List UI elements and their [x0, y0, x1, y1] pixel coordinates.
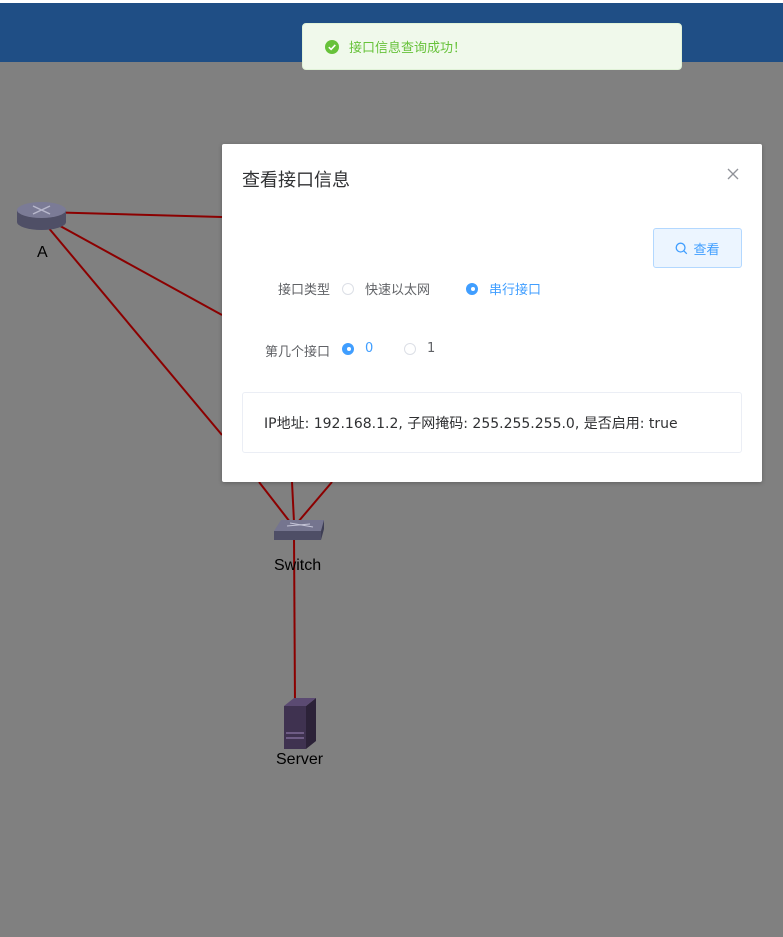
query-button[interactable]: 查看 [653, 228, 742, 268]
interface-result: IP地址: 192.168.1.2, 子网掩码: 255.255.255.0, … [242, 392, 742, 453]
radio-fast-ethernet[interactable]: 快速以太网 [342, 279, 430, 298]
interface-type-label: 接口类型 [277, 283, 330, 298]
link-a-r1 [41, 211, 223, 218]
link-a-r3 [41, 219, 223, 436]
result-text: IP地址: 192.168.1.2, 子网掩码: 255.255.255.0, … [264, 415, 678, 432]
radio-label: 串行接口 [489, 283, 542, 298]
link-r3-switch [258, 481, 291, 523]
node-label-server: Server [276, 751, 324, 768]
radio-circle [404, 342, 416, 355]
radio-serial[interactable]: 串行接口 [466, 279, 541, 298]
search-icon [675, 242, 688, 255]
radio-label: 快速以太网 [365, 283, 431, 298]
dialog-title: 查看接口信息 [242, 170, 350, 191]
link-a-r2 [41, 215, 223, 316]
query-button-label: 查看 [693, 242, 720, 258]
toast-message: 接口信息查询成功！ [349, 41, 467, 56]
radio-index-0[interactable]: 0 [342, 341, 373, 356]
radio-label: 0 [365, 341, 374, 356]
radio-label: 1 [427, 341, 436, 356]
check-circle-icon [325, 39, 339, 54]
radio-circle-checked [466, 282, 478, 295]
link-r4-switch [291, 481, 295, 523]
interface-info-dialog: 查看接口信息 查看 接口类型 快速以太网 串行接口 第几个接口 0 1 IP地址… [222, 144, 762, 482]
node-label-switch: Switch [274, 557, 322, 574]
success-toast: 接口信息查询成功！ [302, 23, 682, 70]
interface-index-label: 第几个接口 [264, 345, 330, 360]
link-r5-switch [297, 481, 333, 523]
router-icon[interactable] [17, 202, 66, 230]
switch-icon[interactable] [274, 520, 324, 540]
radio-index-1[interactable]: 1 [404, 341, 435, 356]
close-icon[interactable] [727, 165, 741, 180]
radio-circle [342, 282, 354, 295]
radio-circle-checked [342, 342, 354, 355]
server-icon[interactable] [284, 698, 316, 749]
node-label-a: A [37, 244, 48, 261]
